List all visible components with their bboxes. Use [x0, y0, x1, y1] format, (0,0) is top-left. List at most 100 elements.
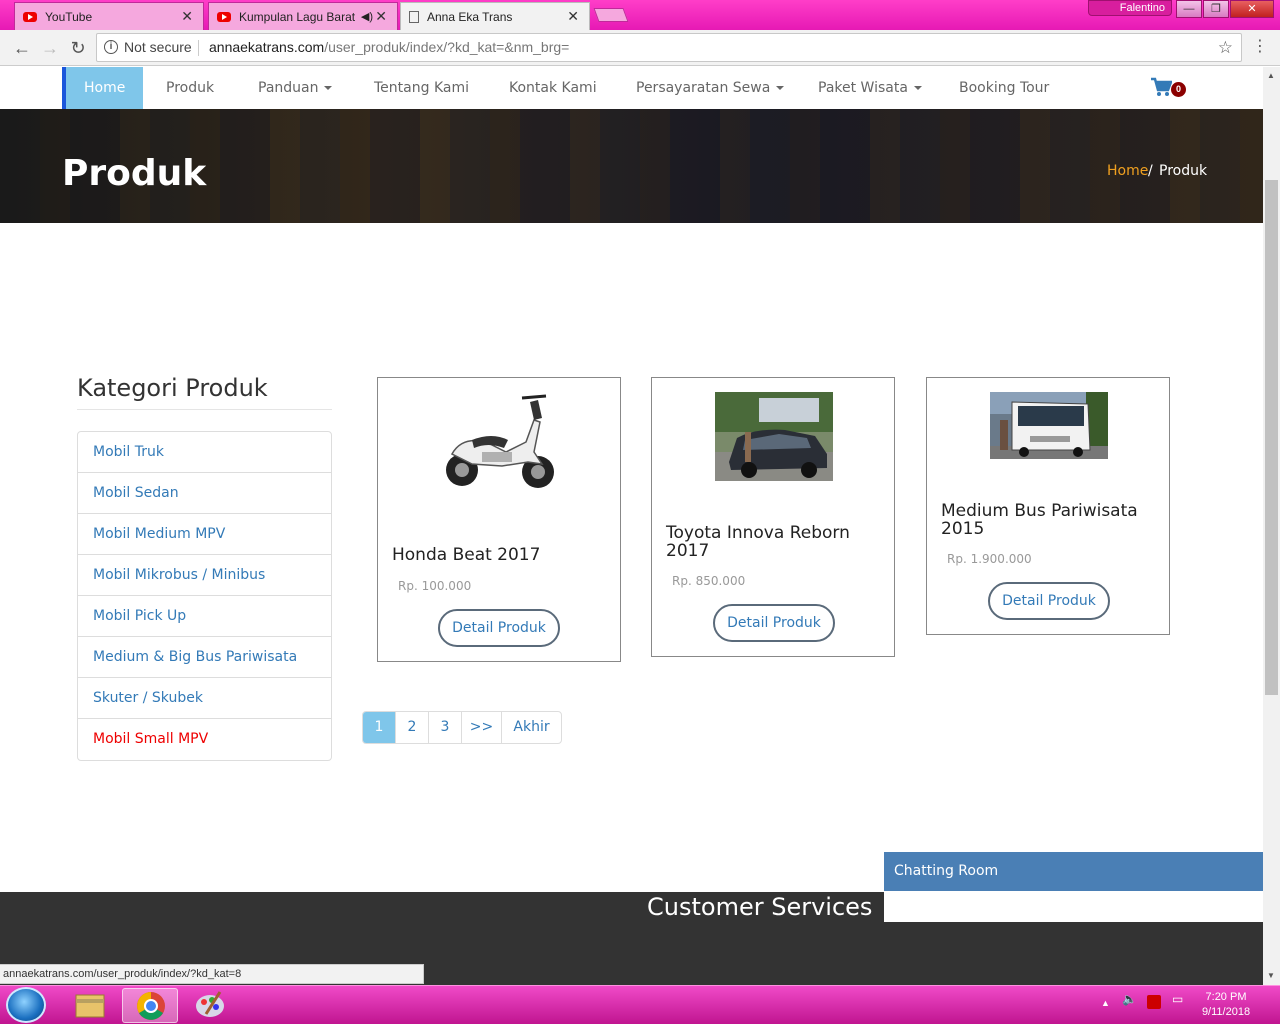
page-icon — [409, 10, 419, 23]
youtube-icon — [23, 11, 37, 22]
tray-expand-icon[interactable]: ▲ — [1101, 998, 1110, 1008]
product-price: Rp. 100.000 — [398, 579, 472, 593]
status-bar-url: annaekatrans.com/user_produk/index/?kd_k… — [0, 964, 424, 984]
paint-icon[interactable] — [182, 988, 238, 1023]
scrollbar-thumb[interactable] — [1265, 180, 1278, 695]
nav-persyaratan-sewa[interactable]: Persayaratan Sewa — [636, 67, 785, 109]
new-tab-button[interactable] — [593, 8, 629, 22]
page-link[interactable]: 3 — [428, 712, 461, 743]
product-name: Toyota Innova Reborn 2017 — [666, 523, 850, 561]
menu-icon[interactable]: ⋮ — [1252, 36, 1268, 56]
product-card: Toyota Innova Reborn 2017 Rp. 850.000 De… — [651, 377, 895, 657]
detail-produk-button[interactable]: Detail Produk — [438, 609, 560, 647]
file-explorer-icon[interactable] — [62, 988, 118, 1023]
youtube-icon — [217, 11, 231, 22]
nav-kontak-kami[interactable]: Kontak Kami — [509, 67, 597, 109]
breadcrumb-home[interactable]: Home — [1107, 163, 1148, 179]
cart-icon[interactable] — [1150, 77, 1172, 97]
tab-label: Kumpulan Lagu Barat — [239, 9, 356, 24]
page-link[interactable]: 2 — [395, 712, 428, 743]
nav-paket-wisata[interactable]: Paket Wisata — [818, 67, 922, 109]
site-navbar: Home Produk Panduan Tentang Kami Kontak … — [0, 67, 1263, 109]
pagination: 1 2 3 >> Akhir — [362, 711, 562, 744]
chat-title[interactable]: Chatting Room — [884, 852, 1263, 891]
category-item[interactable]: Skuter / Skubek — [78, 678, 331, 719]
cart-count-badge: 0 — [1171, 82, 1186, 97]
bookmark-star-icon[interactable]: ☆ — [1218, 34, 1233, 61]
network-icon[interactable]: ▭ — [1172, 992, 1183, 1006]
scroll-down-icon[interactable]: ▼ — [1267, 971, 1275, 980]
profile-button[interactable]: Falentino — [1088, 0, 1172, 16]
close-icon[interactable]: ✕ — [567, 8, 579, 25]
nav-paket-label: Paket Wisata — [818, 80, 908, 96]
scooter-image — [446, 394, 554, 488]
maximize-button[interactable]: ❐ — [1203, 0, 1229, 18]
category-item[interactable]: Mobil Pick Up — [78, 596, 331, 637]
speaker-icon[interactable]: ◀) — [361, 10, 373, 23]
product-card: Medium Bus Pariwisata 2015 Rp. 1.900.000… — [926, 377, 1170, 635]
url-path: /user_produk/index/?kd_kat=&nm_brg= — [324, 39, 570, 55]
product-price: Rp. 1.900.000 — [947, 552, 1032, 566]
nav-produk[interactable]: Produk — [166, 67, 214, 109]
category-item[interactable]: Mobil Medium MPV — [78, 514, 331, 555]
caret-down-icon — [324, 86, 333, 90]
category-item[interactable]: Mobil Truk — [78, 432, 331, 473]
product-name: Medium Bus Pariwisata 2015 — [941, 501, 1138, 539]
tab-kumpulan[interactable]: Kumpulan Lagu Barat ◀) ✕ — [208, 2, 398, 30]
window-close-button[interactable]: ✕ — [1230, 0, 1274, 18]
minimize-button[interactable]: — — [1176, 0, 1202, 18]
clock[interactable]: 7:20 PM 9/11/2018 — [1196, 990, 1256, 1020]
divider — [77, 409, 332, 410]
tab-youtube[interactable]: YouTube ✕ — [14, 2, 204, 30]
category-list: Mobil Truk Mobil Sedan Mobil Medium MPV … — [77, 431, 332, 761]
page-link-current[interactable]: 1 — [363, 712, 395, 743]
security-label: Not secure — [124, 39, 192, 55]
breadcrumb-separator: / — [1148, 163, 1153, 179]
forward-icon[interactable]: → — [38, 36, 62, 60]
antivirus-icon[interactable] — [1147, 995, 1161, 1009]
breadcrumb-current: Produk — [1159, 163, 1208, 179]
close-icon[interactable]: ✕ — [181, 8, 193, 25]
nav-home[interactable]: Home — [62, 67, 144, 109]
address-bar[interactable]: i Not secure annaekatrans.com/user_produ… — [96, 33, 1242, 62]
browser-toolbar: ← → ↻ i Not secure annaekatrans.com/user… — [0, 30, 1280, 66]
category-item-selected[interactable]: Mobil Small MPV — [78, 719, 331, 760]
category-item[interactable]: Mobil Sedan — [78, 473, 331, 514]
nav-booking-tour[interactable]: Booking Tour — [959, 67, 1049, 109]
back-icon[interactable]: ← — [10, 36, 34, 60]
detail-produk-button[interactable]: Detail Produk — [713, 604, 835, 642]
category-item[interactable]: Medium & Big Bus Pariwisata — [78, 637, 331, 678]
close-icon[interactable]: ✕ — [375, 8, 387, 25]
nav-panduan-label: Panduan — [258, 80, 319, 96]
customer-services-heading: Customer Services — [647, 893, 873, 921]
url-text: annaekatrans.com/user_produk/index/?kd_k… — [209, 34, 569, 61]
page-scrollbar[interactable]: ▲ ▼ — [1263, 67, 1280, 985]
product-name: Honda Beat 2017 — [392, 545, 541, 565]
clock-date: 9/11/2018 — [1201, 1006, 1251, 1018]
web-page: Home Produk Panduan Tentang Kami Kontak … — [0, 67, 1263, 985]
volume-icon[interactable]: 🔈 — [1122, 992, 1137, 1006]
url-host: annaekatrans.com — [209, 39, 325, 55]
product-card: Honda Beat 2017 Rp. 100.000 Detail Produ… — [377, 377, 621, 662]
detail-produk-button[interactable]: Detail Produk — [988, 582, 1110, 620]
start-button[interactable] — [6, 987, 46, 1023]
chat-widget[interactable]: Chatting Room — [884, 852, 1263, 922]
page-banner: Produk Home / Produk — [0, 109, 1263, 223]
profile-name: Falentino — [1119, 2, 1165, 14]
chrome-icon[interactable] — [122, 988, 178, 1023]
product-price: Rp. 850.000 — [672, 574, 746, 588]
nav-persyaratan-label: Persayaratan Sewa — [636, 80, 771, 96]
category-item[interactable]: Mobil Mikrobus / Minibus — [78, 555, 331, 596]
reload-icon[interactable]: ↻ — [66, 36, 90, 60]
page-last-link[interactable]: Akhir — [501, 712, 561, 743]
page-next-link[interactable]: >> — [461, 712, 501, 743]
tab-label: YouTube — [45, 9, 93, 24]
nav-panduan[interactable]: Panduan — [258, 67, 333, 109]
scroll-up-icon[interactable]: ▲ — [1267, 71, 1275, 80]
taskbar: ▲ 🔈 ▭ 7:20 PM 9/11/2018 — [0, 985, 1280, 1024]
info-icon[interactable]: i — [104, 40, 118, 54]
caret-down-icon — [913, 86, 922, 90]
page-title: Produk — [62, 153, 207, 194]
tab-anna-eka-trans[interactable]: Anna Eka Trans ✕ — [400, 2, 590, 30]
nav-tentang-kami[interactable]: Tentang Kami — [374, 67, 469, 109]
